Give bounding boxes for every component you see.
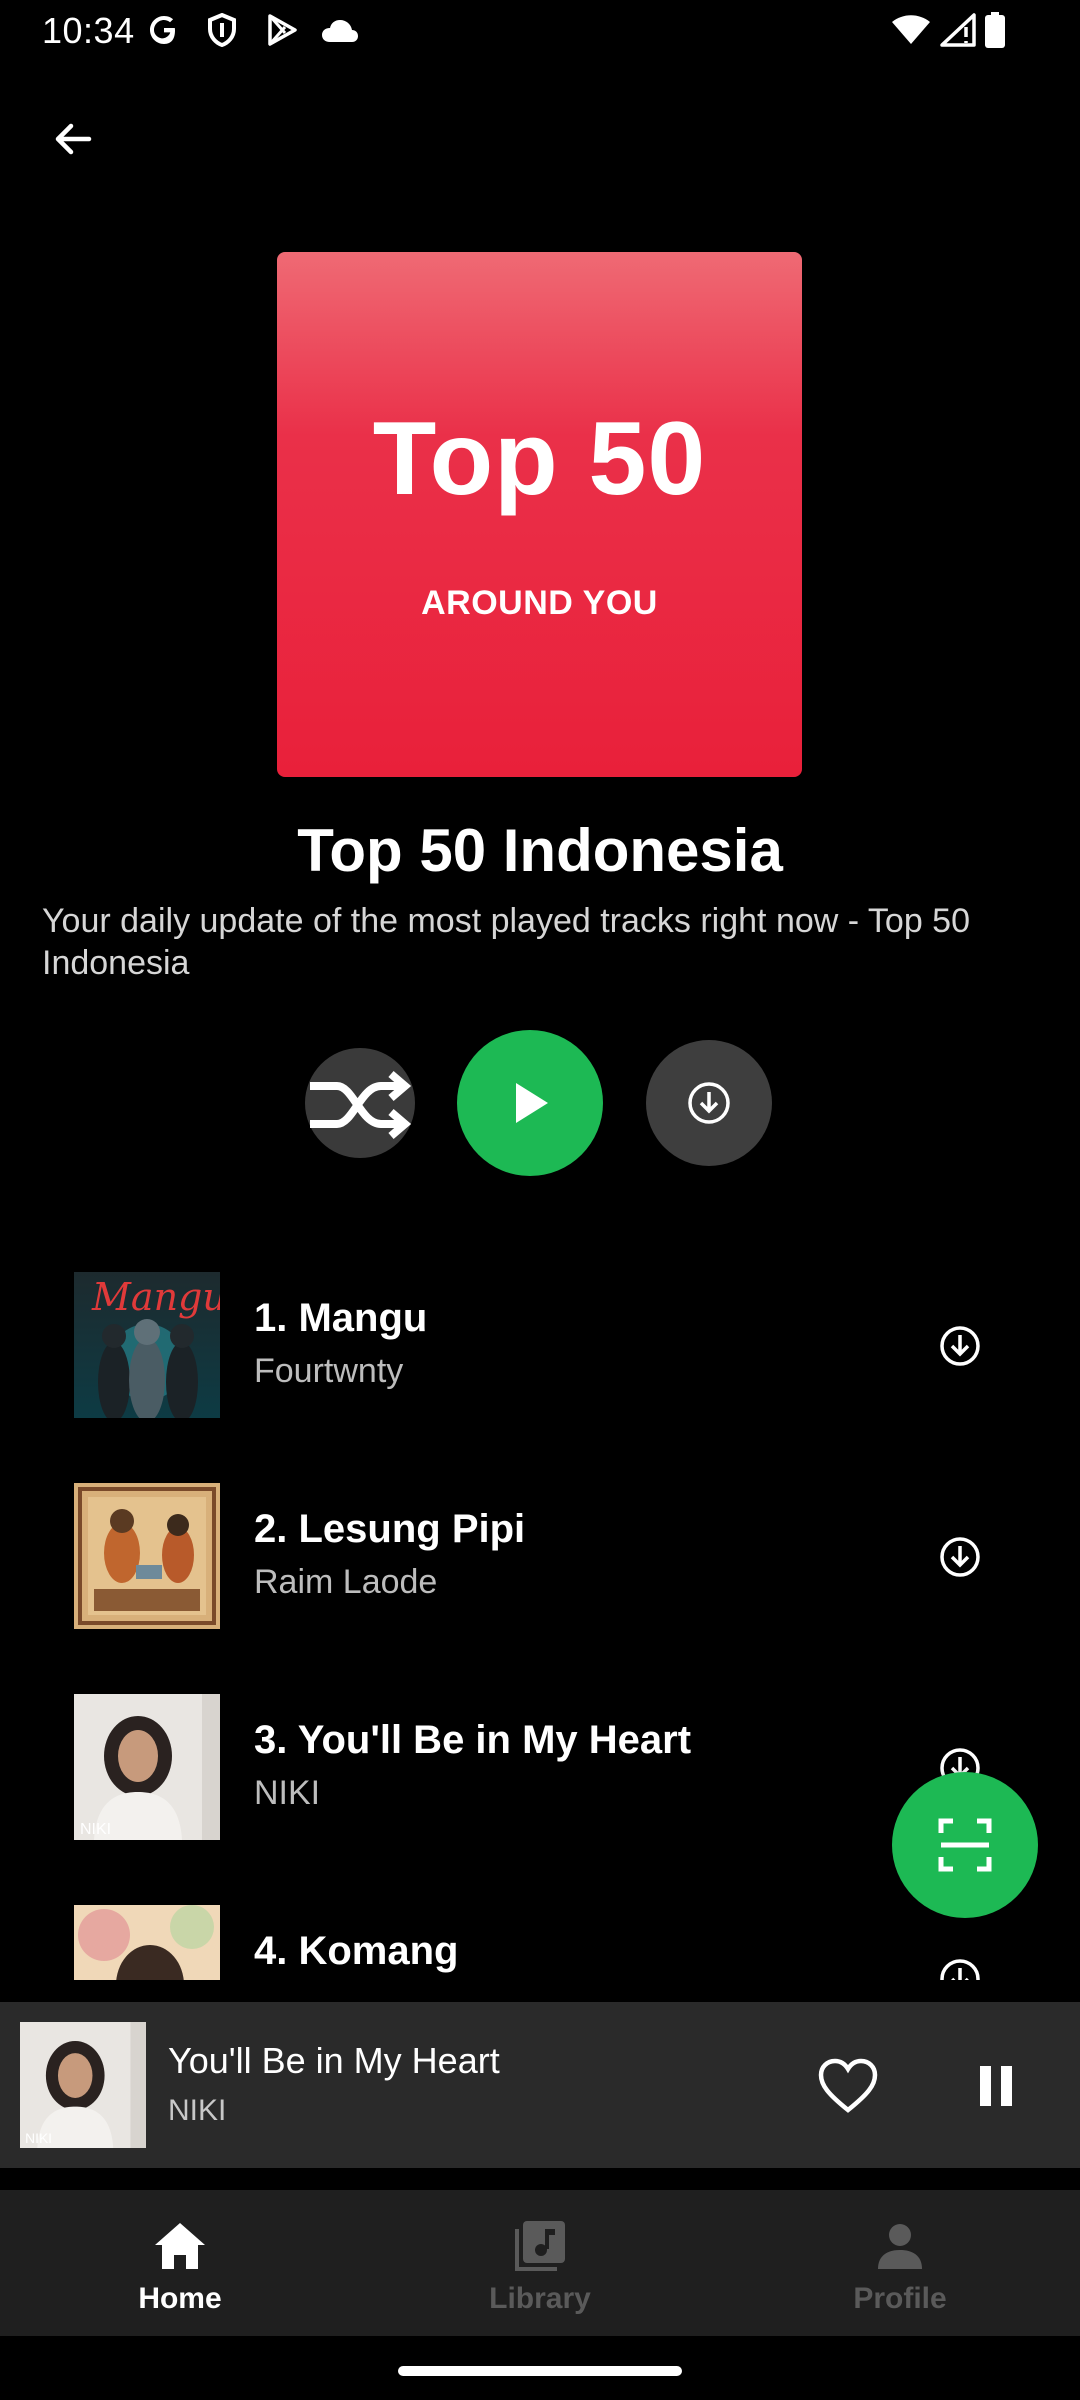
shuffle-button[interactable]	[305, 1048, 415, 1158]
track-artwork: Mangu	[74, 1272, 220, 1418]
library-icon	[510, 2216, 570, 2276]
mini-player-title: You'll Be in My Heart	[168, 2040, 500, 2081]
heart-outline-icon	[818, 2058, 878, 2113]
download-icon	[940, 1326, 980, 1366]
scan-icon	[938, 1818, 992, 1872]
status-bar: 10:34	[0, 0, 1080, 62]
track-download-button[interactable]	[934, 1531, 986, 1583]
mini-player[interactable]: NIKI You'll Be in My Heart NIKI	[0, 2002, 1080, 2168]
track-art-label: Mangu	[91, 1275, 220, 1319]
wifi-icon	[890, 12, 932, 48]
track-artwork: NIKI	[74, 1694, 220, 1840]
nav-label: Home	[138, 2282, 222, 2315]
nav-label: Profile	[853, 2282, 947, 2315]
like-button[interactable]	[812, 2050, 884, 2122]
profile-icon	[870, 2216, 930, 2276]
track-title: 3. You'll Be in My Heart	[254, 1718, 692, 1762]
track-artwork	[74, 1483, 220, 1629]
status-time: 10:34	[42, 10, 135, 51]
playlist-title: Top 50 Indonesia	[297, 817, 783, 884]
back-button[interactable]	[40, 106, 106, 172]
track-artist: Raim Laode	[254, 1563, 438, 1601]
shuffle-icon	[310, 1070, 412, 1140]
download-playlist-button[interactable]	[646, 1040, 772, 1166]
shield-icon	[204, 12, 240, 48]
playlist-description: Your daily update of the most played tra…	[42, 902, 970, 982]
download-icon	[940, 1537, 980, 1577]
download-icon	[688, 1082, 730, 1124]
track-artist: Fourtwnty	[254, 1352, 404, 1390]
track-download-button[interactable]	[934, 1953, 986, 1980]
track-row[interactable]: Mangu 1. Mangu Fourtwnty	[0, 1240, 1080, 1418]
nav-item-profile[interactable]: Profile	[720, 2190, 1080, 2336]
battery-icon	[982, 12, 1008, 48]
play-icon	[516, 1083, 548, 1123]
cover-subtitle: AROUND YOU	[421, 584, 658, 622]
track-download-button[interactable]	[934, 1320, 986, 1372]
track-artwork	[74, 1905, 220, 1980]
nav-item-library[interactable]: Library	[360, 2190, 720, 2336]
track-artist: NIKI	[254, 1774, 321, 1812]
google-icon	[146, 12, 182, 48]
scan-fab-button[interactable]	[892, 1772, 1038, 1918]
track-row[interactable]: 2. Lesung Pipi Raim Laode	[0, 1451, 1080, 1629]
track-art-label: NIKI	[80, 1821, 111, 1838]
download-icon	[940, 1959, 980, 1980]
mini-player-artist: NIKI	[168, 2094, 227, 2127]
track-title: 4. Komang	[254, 1929, 459, 1973]
track-title: 2. Lesung Pipi	[254, 1507, 526, 1551]
playlist-cover: Top 50 AROUND YOU	[277, 252, 802, 777]
home-icon	[150, 2216, 210, 2276]
mini-player-artwork: NIKI	[20, 2022, 146, 2148]
track-title: 1. Mangu	[254, 1296, 428, 1340]
play-button[interactable]	[457, 1030, 603, 1176]
signal-icon	[938, 12, 978, 48]
gesture-bar[interactable]	[398, 2366, 682, 2376]
pause-icon	[980, 2066, 1012, 2106]
cover-title: Top 50	[372, 401, 707, 517]
play-store-icon	[262, 12, 302, 48]
nav-item-home[interactable]: Home	[0, 2190, 360, 2336]
bottom-nav: Home Library Profile	[0, 2190, 1080, 2336]
mini-art-label: NIKI	[25, 2131, 52, 2146]
nav-label: Library	[489, 2282, 591, 2315]
cloud-icon	[318, 12, 362, 48]
arrow-left-icon	[55, 123, 92, 155]
pause-button[interactable]	[960, 2050, 1032, 2122]
